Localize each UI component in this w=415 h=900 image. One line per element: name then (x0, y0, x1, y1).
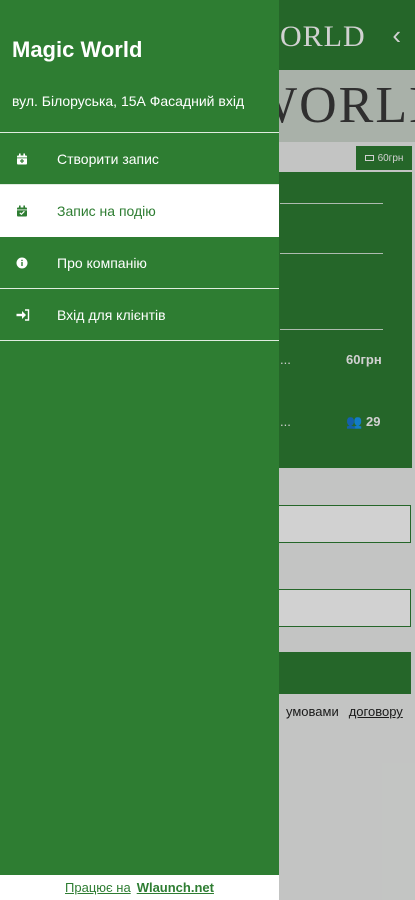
menu-item-about-company[interactable]: Про компанію (0, 237, 279, 289)
menu-item-label: Про компанію (57, 254, 147, 271)
menu-item-label: Запис на подію (57, 202, 156, 219)
calendar-check-icon (0, 205, 57, 217)
sign-in-icon (0, 308, 57, 321)
calendar-plus-icon (0, 153, 57, 165)
drawer-header: Magic World вул. Білоруська, 15А Фасадни… (0, 0, 279, 133)
navigation-drawer: Magic World вул. Білоруська, 15А Фасадни… (0, 0, 279, 900)
company-address: вул. Білоруська, 15А Фасадний вхід (12, 93, 245, 109)
powered-by-link[interactable]: Wlaunch.net (137, 880, 214, 895)
menu-item-client-login[interactable]: Вхід для клієнтів (0, 289, 279, 341)
menu-item-label: Створити запис (57, 150, 159, 167)
menu-item-create-booking[interactable]: Створити запис (0, 133, 279, 185)
powered-by-label[interactable]: Працює на (65, 880, 131, 895)
menu-item-label: Вхід для клієнтів (57, 306, 166, 323)
info-icon (0, 257, 57, 269)
company-name: Magic World (12, 37, 143, 62)
drawer-footer: Працює на Wlaunch.net (0, 875, 279, 900)
drawer-spacer (0, 341, 279, 875)
menu-item-event-booking[interactable]: Запис на подію (0, 185, 279, 237)
drawer-menu: Створити запис Запис на подію Про компан… (0, 133, 279, 341)
